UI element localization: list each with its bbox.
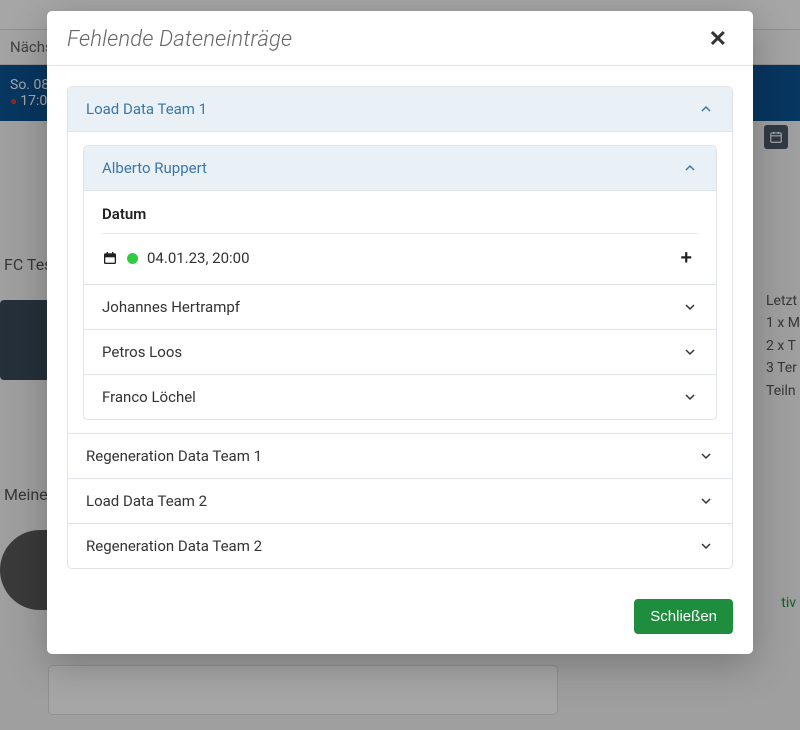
section-load-data-team-1: Load Data Team 1 Alberto Ruppert Datum bbox=[68, 87, 732, 434]
player-name: Franco Löchel bbox=[102, 388, 196, 406]
player-body: Datum 04.01.23, 20:00 bbox=[84, 191, 716, 284]
chevron-down-icon bbox=[698, 493, 714, 509]
chevron-up-icon bbox=[682, 160, 698, 176]
close-icon: ✕ bbox=[709, 26, 727, 51]
chevron-down-icon bbox=[698, 448, 714, 464]
section-header-load-data-team-1[interactable]: Load Data Team 1 bbox=[68, 87, 732, 132]
player-johannes-hertrampf: Johannes Hertrampf bbox=[84, 285, 716, 330]
modal-footer: Schließen bbox=[47, 589, 753, 654]
player-franco-loechel: Franco Löchel bbox=[84, 375, 716, 419]
player-header-petros[interactable]: Petros Loos bbox=[84, 330, 716, 374]
date-entry-row: 04.01.23, 20:00 + bbox=[102, 246, 698, 270]
section-header-regen-team-1[interactable]: Regeneration Data Team 1 bbox=[68, 434, 732, 478]
close-button[interactable]: Schließen bbox=[634, 599, 733, 634]
section-header-load-team-2[interactable]: Load Data Team 2 bbox=[68, 479, 732, 523]
player-header-alberto[interactable]: Alberto Ruppert bbox=[84, 146, 716, 191]
plus-icon: + bbox=[680, 247, 692, 269]
chevron-down-icon bbox=[682, 389, 698, 405]
player-alberto-ruppert: Alberto Ruppert Datum bbox=[84, 146, 716, 285]
chevron-down-icon bbox=[682, 299, 698, 315]
modal-title: Fehlende Dateneinträge bbox=[67, 27, 292, 52]
status-dot-green bbox=[127, 253, 138, 264]
section-label: Regeneration Data Team 1 bbox=[86, 447, 262, 465]
section-regeneration-data-team-2: Regeneration Data Team 2 bbox=[68, 524, 732, 568]
section-body: Alberto Ruppert Datum bbox=[68, 132, 732, 433]
player-name: Alberto Ruppert bbox=[102, 159, 207, 177]
sections-accordion: Load Data Team 1 Alberto Ruppert Datum bbox=[67, 86, 733, 569]
player-petros-loos: Petros Loos bbox=[84, 330, 716, 375]
modal-header: Fehlende Dateneinträge ✕ bbox=[47, 11, 753, 66]
modal-body: Load Data Team 1 Alberto Ruppert Datum bbox=[47, 66, 753, 589]
player-name: Johannes Hertrampf bbox=[102, 298, 240, 316]
section-header-regen-team-2[interactable]: Regeneration Data Team 2 bbox=[68, 524, 732, 568]
section-label: Load Data Team 2 bbox=[86, 492, 207, 510]
chevron-down-icon bbox=[698, 538, 714, 554]
date-entry-left: 04.01.23, 20:00 bbox=[102, 249, 250, 267]
event-calendar-icon bbox=[102, 250, 118, 266]
chevron-up-icon bbox=[698, 101, 714, 117]
section-label: Load Data Team 1 bbox=[86, 100, 207, 118]
datum-header: Datum bbox=[102, 205, 698, 234]
section-label: Regeneration Data Team 2 bbox=[86, 537, 262, 555]
player-name: Petros Loos bbox=[102, 343, 182, 361]
close-icon-button[interactable]: ✕ bbox=[703, 26, 733, 52]
player-header-franco[interactable]: Franco Löchel bbox=[84, 375, 716, 419]
add-entry-button[interactable]: + bbox=[674, 246, 698, 270]
chevron-down-icon bbox=[682, 344, 698, 360]
section-load-data-team-2: Load Data Team 2 bbox=[68, 479, 732, 524]
entry-datetime: 04.01.23, 20:00 bbox=[147, 249, 250, 267]
missing-data-modal: Fehlende Dateneinträge ✕ Load Data Team … bbox=[47, 11, 753, 654]
players-accordion: Alberto Ruppert Datum bbox=[83, 145, 717, 420]
section-regeneration-data-team-1: Regeneration Data Team 1 bbox=[68, 434, 732, 479]
player-header-johannes[interactable]: Johannes Hertrampf bbox=[84, 285, 716, 329]
